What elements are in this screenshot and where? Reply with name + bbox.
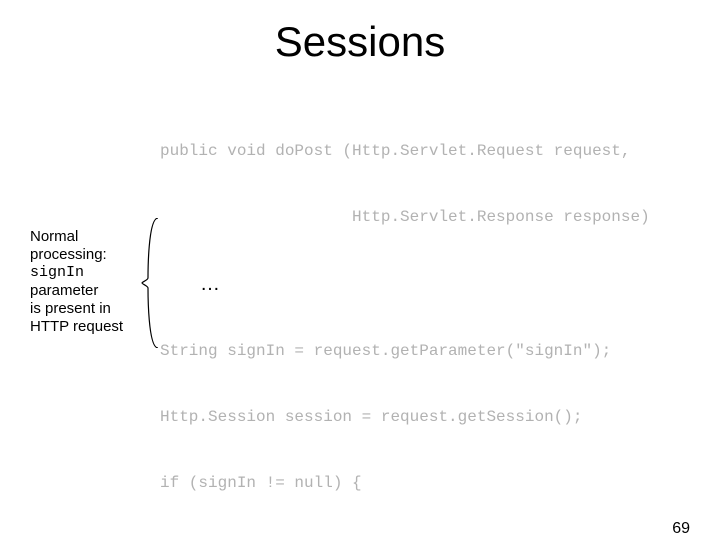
- code-line: Http.Servlet.Response response): [160, 206, 700, 228]
- slide-body: public void doPost (Http.Servlet.Request…: [30, 96, 700, 540]
- code-block: String signIn = request.getParameter("si…: [160, 296, 700, 540]
- ellipsis: …: [200, 272, 700, 296]
- annotation-label: Normal processing: signIn parameter is p…: [30, 228, 140, 336]
- code-line: public void doPost (Http.Servlet.Request…: [160, 140, 700, 162]
- code-block: public void doPost (Http.Servlet.Request…: [160, 96, 700, 272]
- annotation-line: processing:: [30, 246, 140, 264]
- page-number: 69: [672, 520, 690, 538]
- annotation-code-term: signIn: [30, 264, 140, 282]
- annotation-line: parameter: [30, 282, 140, 300]
- curly-brace-icon: [138, 218, 162, 348]
- annotation-line: Normal: [30, 228, 140, 246]
- code-line: String signIn = request.getParameter("si…: [160, 340, 700, 362]
- code-line: Http.Session session = request.getSessio…: [160, 406, 700, 428]
- slide-title: Sessions: [0, 18, 720, 66]
- code-line: if (signIn != null) {: [160, 472, 700, 494]
- annotation-line: is present in: [30, 300, 140, 318]
- annotation-line: HTTP request: [30, 318, 140, 336]
